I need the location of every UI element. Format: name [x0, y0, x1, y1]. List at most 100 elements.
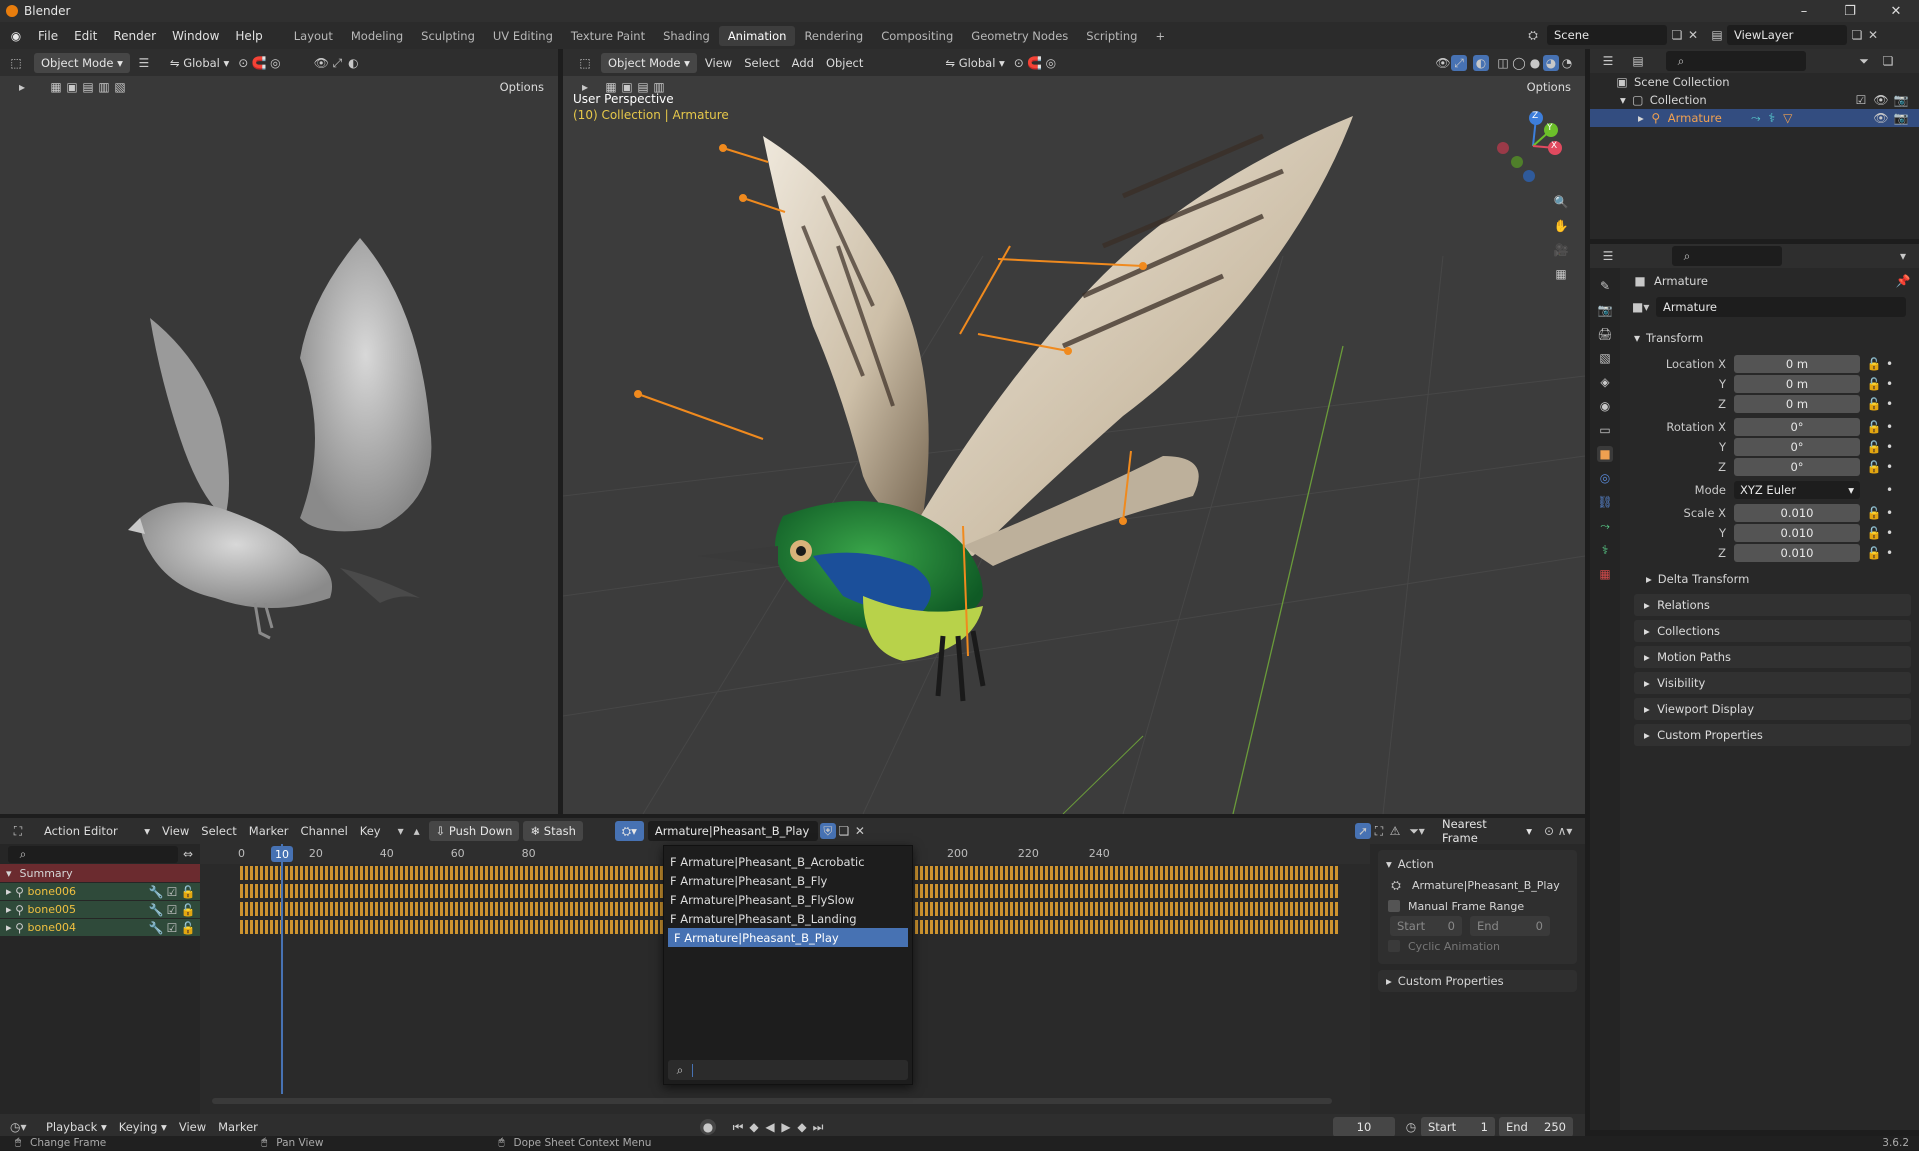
tool-tab-icon[interactable]: ✎	[1597, 278, 1613, 294]
armature-eye-icon[interactable]: 👁	[1873, 110, 1889, 126]
proportional-edit-icon[interactable]: ⊙	[1541, 823, 1557, 839]
scale-z-field[interactable]: 0.010	[1734, 543, 1860, 562]
end-frame-field[interactable]: End 0	[1470, 916, 1550, 936]
push-down-button[interactable]: ⇩ Push Down	[428, 821, 520, 841]
new-action-icon[interactable]: ❏	[836, 823, 852, 839]
keyframe-dot-icon[interactable]: •	[1886, 440, 1893, 454]
select-box-icon[interactable]: ▦	[48, 79, 64, 95]
keyframe-dot-icon[interactable]: •	[1886, 460, 1893, 474]
action-option-landing[interactable]: F Armature|Pheasant_B_Landing	[664, 909, 912, 928]
menu-select[interactable]: Select	[738, 53, 785, 73]
properties-search[interactable]: ⌕	[1672, 246, 1782, 266]
expand-arrow-icon[interactable]: ▸	[1638, 111, 1644, 125]
view-layer-tab-icon[interactable]: ▧	[1597, 350, 1613, 366]
transform-panel-header[interactable]: ▾ Transform	[1624, 326, 1919, 350]
physics-tab-icon[interactable]: ◎	[1597, 470, 1613, 486]
record-icon[interactable]: ●	[700, 1119, 716, 1135]
channel-lock-icon[interactable]: 🔓	[180, 884, 196, 900]
ortho-grid-icon[interactable]: ▦	[1553, 266, 1569, 282]
filter-icon[interactable]: ⏷	[1856, 53, 1872, 69]
tab-modeling[interactable]: Modeling	[342, 26, 412, 46]
rotation-y-field[interactable]: 0°	[1734, 437, 1860, 456]
menu-object[interactable]: Object	[820, 53, 869, 73]
main-mode-dropdown[interactable]: Object Mode ▾	[601, 52, 697, 73]
output-tab-icon[interactable]: 🖨	[1597, 326, 1613, 342]
pivot-icon[interactable]: ⊙	[235, 55, 251, 71]
lock-icon[interactable]: 🔓	[1866, 419, 1882, 435]
armature-camera-icon[interactable]: 📷	[1893, 110, 1909, 126]
action-editor-mode-dropdown[interactable]: Action Editor ▾	[38, 821, 156, 841]
horizontal-scrollbar[interactable]	[212, 1098, 1332, 1104]
channel-bone004[interactable]: ▸ ⚲ bone004 🔧 ☑ 🔓	[0, 918, 200, 936]
channel-lock-icon[interactable]: 🔓	[180, 920, 196, 936]
start-frame-field[interactable]: Start 0	[1390, 916, 1462, 936]
main-select-invert-icon[interactable]: ▥	[651, 79, 667, 95]
main-gizmo-icon[interactable]: ⤢	[1451, 54, 1467, 71]
current-frame-indicator[interactable]: 10	[271, 846, 293, 862]
add-workspace-icon[interactable]: +	[1146, 26, 1174, 46]
ae-menu-key[interactable]: Key	[354, 821, 387, 841]
world-tab-icon[interactable]: ◉	[1597, 398, 1613, 414]
properties-options-icon[interactable]: ▾	[1895, 248, 1911, 264]
keyframe-dot-icon[interactable]: •	[1886, 420, 1893, 434]
outliner-search[interactable]: ⌕	[1666, 51, 1806, 71]
prev-keyframe-icon[interactable]: ◆	[746, 1119, 762, 1135]
properties-editor-icon[interactable]: ☰	[1600, 248, 1616, 264]
menu-window[interactable]: Window	[164, 29, 227, 43]
motion-paths-panel[interactable]: ▸ Motion Paths	[1634, 646, 1911, 668]
checkbox-icon[interactable]	[1388, 900, 1400, 912]
tab-sculpting[interactable]: Sculpting	[412, 26, 484, 46]
channel-lock-icon[interactable]: 🔓	[180, 902, 196, 918]
ae-menu-channel[interactable]: Channel	[295, 821, 354, 841]
delete-view-layer-icon[interactable]: ✕	[1865, 27, 1881, 43]
close-icon[interactable]: ✕	[1873, 0, 1919, 22]
main-select-extend-icon[interactable]: ▣	[619, 79, 635, 95]
select-extend-icon[interactable]: ▣	[64, 79, 80, 95]
location-y-field[interactable]: 0 m	[1734, 374, 1860, 393]
blender-menu-icon[interactable]: ◉	[8, 28, 24, 44]
manual-frame-range-row[interactable]: Manual Frame Range	[1378, 896, 1577, 916]
show-hidden-icon[interactable]: ⛶	[1371, 823, 1387, 839]
view-layer-icon[interactable]: ▤	[1709, 27, 1725, 43]
main-select-box-icon[interactable]: ▦	[603, 79, 619, 95]
custom-properties-panel[interactable]: ▸ Custom Properties	[1634, 724, 1911, 746]
outliner-display-icon[interactable]: ▤	[1630, 53, 1646, 69]
channel-checkbox-icon[interactable]: ☑	[164, 902, 180, 918]
collapse-arrow-icon[interactable]: ▾	[1620, 93, 1626, 107]
main-editor-type-icon[interactable]: ⬚	[577, 55, 593, 71]
collection-tab-icon[interactable]: ▭	[1597, 422, 1613, 438]
keyframe-dot-icon[interactable]: •	[1886, 397, 1893, 411]
rotation-x-field[interactable]: 0°	[1734, 417, 1860, 436]
action-option-flyslow[interactable]: F Armature|Pheasant_B_FlySlow	[664, 890, 912, 909]
fake-user-shield-icon[interactable]: ⛨	[819, 823, 836, 839]
only-selected-icon[interactable]: ➚	[1355, 823, 1371, 839]
left-mode-dropdown[interactable]: Object Mode ▾	[34, 52, 130, 73]
main-options-button[interactable]: Options	[1521, 77, 1577, 97]
next-keyframe-icon[interactable]: ◆	[794, 1119, 810, 1135]
data-tab-icon[interactable]: ⤳	[1597, 518, 1613, 534]
timeline-editor-icon[interactable]: ◷▾	[10, 1119, 27, 1135]
relations-panel[interactable]: ▸ Relations	[1634, 594, 1911, 616]
main-pivot-icon[interactable]: ⊙	[1011, 55, 1027, 71]
main-3d-viewport[interactable]: User Perspective (10) Collection | Armat…	[563, 76, 1585, 814]
playback-menu[interactable]: Playback ▾	[40, 1117, 113, 1137]
keyframe-dot-icon[interactable]: •	[1886, 357, 1893, 371]
action-option-acrobatic[interactable]: F Armature|Pheasant_B_Acrobatic	[664, 852, 912, 871]
location-z-field[interactable]: 0 m	[1734, 394, 1860, 413]
menu-add[interactable]: Add	[786, 53, 820, 73]
view-layer-selector[interactable]: ViewLayer	[1727, 25, 1847, 45]
object-name-field[interactable]: Armature	[1656, 297, 1906, 317]
select-subtract-icon[interactable]: ▤	[80, 79, 96, 95]
falloff-icon[interactable]: ∧▾	[1557, 823, 1573, 839]
action-name-field[interactable]: Armature|Pheasant_B_Play	[647, 821, 818, 841]
outliner-item-scene-collection[interactable]: ▣ Scene Collection	[1590, 73, 1919, 91]
lock-icon[interactable]: 🔓	[1866, 505, 1882, 521]
layer-down-icon[interactable]: ▾	[393, 823, 409, 839]
tab-animation[interactable]: Animation	[718, 25, 796, 46]
delta-transform-panel[interactable]: ▸ Delta Transform	[1624, 568, 1919, 590]
solid-shading-icon[interactable]: ●	[1527, 55, 1543, 71]
main-snap-icon[interactable]: 🧲	[1027, 55, 1043, 71]
bone-tab-icon[interactable]: ⚕	[1597, 542, 1613, 558]
hamburger-icon[interactable]: ☰	[136, 55, 152, 71]
overlay-icon[interactable]: ◐	[345, 55, 361, 71]
